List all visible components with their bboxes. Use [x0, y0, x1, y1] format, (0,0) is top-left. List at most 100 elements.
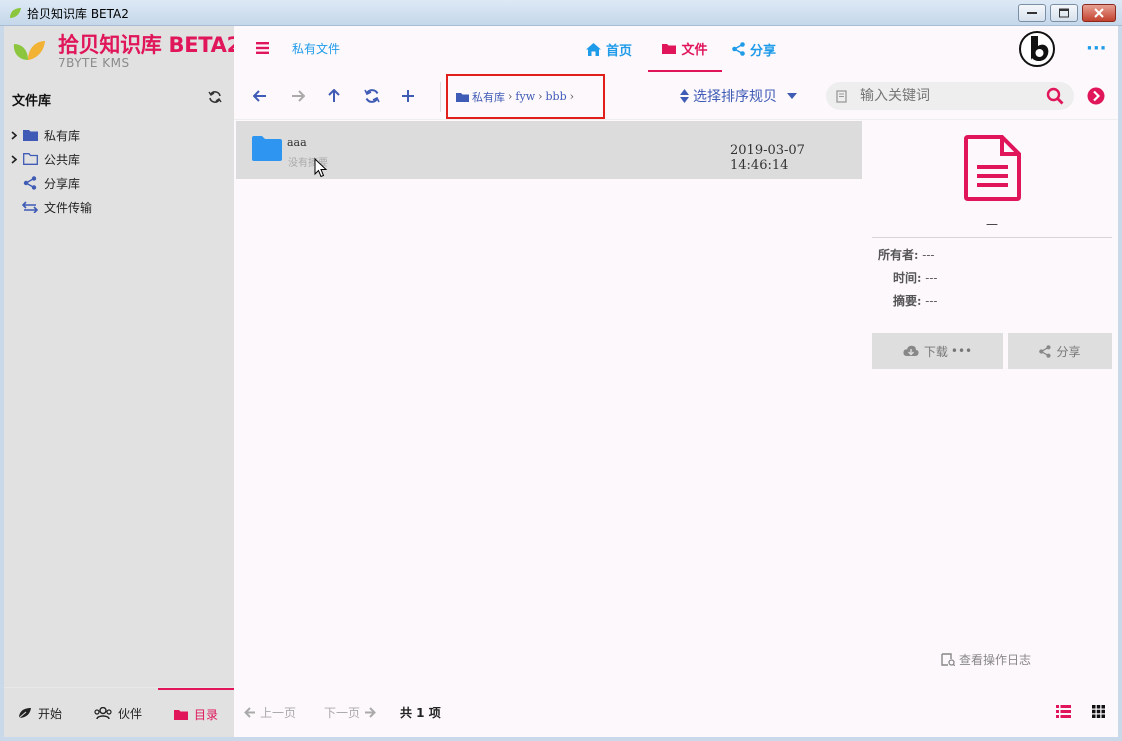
detail-owner: 所有者: ---	[878, 246, 934, 263]
private-files-link[interactable]: 私有文件	[292, 40, 340, 57]
document-icon	[964, 135, 1021, 201]
file-name: aaa	[287, 136, 307, 149]
plus-icon	[402, 90, 414, 102]
next-page-button[interactable]: 下一页	[324, 704, 376, 721]
download-label: 下载	[923, 344, 948, 359]
tree-item-public[interactable]: 公共库	[8, 147, 92, 171]
tab-label: 文件	[681, 42, 708, 58]
tree-item-transfer[interactable]: 文件传输	[8, 195, 92, 219]
sort-dropdown[interactable]: 选择排序规贝	[680, 86, 797, 106]
minimize-button[interactable]	[1018, 4, 1046, 22]
add-button[interactable]	[398, 86, 418, 106]
app-name: 拾贝知识库 BETA2	[58, 33, 241, 57]
leaf-icon	[18, 707, 32, 719]
arrow-up-icon	[328, 89, 340, 102]
tab-label: 伙伴	[118, 706, 143, 721]
search-box	[826, 82, 1074, 110]
pagination-bar: 上一页 下一页 共 1 项	[234, 687, 1118, 737]
forward-button[interactable]	[288, 86, 308, 106]
tab-label: 首页	[606, 43, 633, 59]
folder-outline-icon	[20, 153, 40, 165]
library-tree: 私有库 公共库 分享库 文件传输	[8, 123, 92, 219]
chevron-right-icon[interactable]	[8, 130, 20, 140]
arrow-right-icon	[292, 90, 305, 102]
avatar[interactable]	[1018, 30, 1056, 68]
folder-icon	[456, 92, 469, 102]
file-toolbar: 私有库 › fyw › bbb › 选择排序规贝	[234, 72, 1118, 120]
folder-icon	[173, 709, 188, 720]
view-log-label: 查看操作日志	[959, 653, 1032, 667]
cloud-download-icon	[903, 345, 919, 357]
tree-item-label: 私有库	[44, 128, 81, 143]
time-label: 时间:	[893, 271, 922, 285]
tree-item-private[interactable]: 私有库	[8, 123, 92, 147]
detail-pane: — 所有者: --- 时间: --- 摘要: --- 下载 ••• 分享 查看操…	[866, 121, 1118, 681]
owner-value: ---	[922, 248, 935, 262]
breadcrumb-item[interactable]: bbb	[546, 90, 567, 103]
close-button[interactable]	[1082, 4, 1116, 22]
share-button[interactable]: 分享	[1008, 333, 1112, 369]
tab-files[interactable]: 文件	[648, 26, 722, 72]
more-button[interactable]: ···	[1086, 38, 1107, 59]
minimize-icon	[1027, 12, 1037, 14]
view-log-link[interactable]: 查看操作日志	[941, 651, 1031, 668]
transfer-icon	[20, 201, 40, 213]
go-arrow-icon[interactable]	[1087, 87, 1105, 105]
tab-label: 分享	[750, 43, 777, 59]
tab-directory[interactable]: 目录	[158, 688, 234, 738]
detail-summary: 摘要: ---	[893, 292, 937, 309]
tab-share[interactable]: 分享	[732, 26, 776, 72]
share-icon	[732, 42, 745, 56]
window-titlebar: 拾贝知识库 BETA2	[0, 0, 1122, 26]
toolbar-divider	[440, 82, 441, 112]
breadcrumb-item[interactable]: fyw	[515, 90, 535, 103]
download-more: •••	[950, 344, 973, 358]
file-list: aaa 没有摘要 2019-03-07 14:46:14	[236, 121, 862, 681]
list-view-icon[interactable]	[1056, 705, 1071, 718]
tab-label: 目录	[193, 707, 218, 722]
share-icon	[20, 176, 40, 190]
download-button[interactable]: 下载 •••	[872, 333, 1003, 369]
tab-partner[interactable]: 伙伴	[94, 688, 142, 738]
breadcrumb-item[interactable]: 私有库	[472, 89, 505, 105]
sidebar-bottom-tabs: 开始 伙伴 目录	[4, 687, 234, 737]
sidebar: 拾贝知识库 BETA2 7BYTE KMS 文件库 私有库 公共库 分享库 文件…	[4, 26, 241, 737]
search-icon[interactable]	[1046, 87, 1064, 105]
back-button[interactable]	[250, 86, 270, 106]
grid-view-icon[interactable]	[1092, 705, 1105, 718]
prev-page-button[interactable]: 上一页	[244, 704, 296, 721]
app-frame: 拾贝知识库 BETA2 7BYTE KMS 文件库 私有库 公共库 分享库 文件…	[4, 26, 1118, 737]
mouse-pointer-icon	[314, 158, 328, 178]
total-count: 共 1 项	[400, 706, 441, 720]
prev-page-label: 上一页	[260, 706, 297, 720]
leaf-logo-icon	[10, 8, 21, 18]
leaf-logo-icon	[13, 41, 45, 60]
refresh-icon[interactable]	[208, 90, 222, 104]
share-label: 分享	[1056, 344, 1081, 359]
up-button[interactable]	[324, 86, 344, 106]
breadcrumb: 私有库 › fyw › bbb ›	[446, 74, 605, 119]
time-value: ---	[925, 271, 938, 285]
refresh-icon	[364, 89, 380, 103]
next-page-label: 下一页	[324, 706, 361, 720]
breadcrumb-separator: ›	[508, 90, 513, 103]
share-icon	[1039, 344, 1052, 358]
menu-icon[interactable]	[256, 42, 269, 54]
detail-name: —	[986, 217, 998, 231]
arrow-left-icon	[244, 707, 256, 718]
list-item[interactable]: aaa 没有摘要 2019-03-07 14:46:14	[236, 121, 862, 179]
sort-icon	[680, 89, 689, 103]
tree-item-shared[interactable]: 分享库	[8, 171, 92, 195]
chevron-right-icon[interactable]	[8, 154, 20, 164]
window-title: 拾贝知识库 BETA2	[27, 7, 129, 21]
maximize-button[interactable]	[1050, 4, 1078, 22]
maximize-icon	[1059, 8, 1069, 18]
refresh-button[interactable]	[362, 86, 382, 106]
caret-down-icon	[787, 93, 797, 99]
summary-value: ---	[925, 294, 938, 308]
tab-start[interactable]: 开始	[18, 688, 62, 738]
search-input[interactable]	[860, 88, 1040, 104]
book-icon	[836, 89, 847, 103]
tab-home[interactable]: 首页	[586, 26, 632, 72]
arrow-left-icon	[253, 90, 266, 102]
